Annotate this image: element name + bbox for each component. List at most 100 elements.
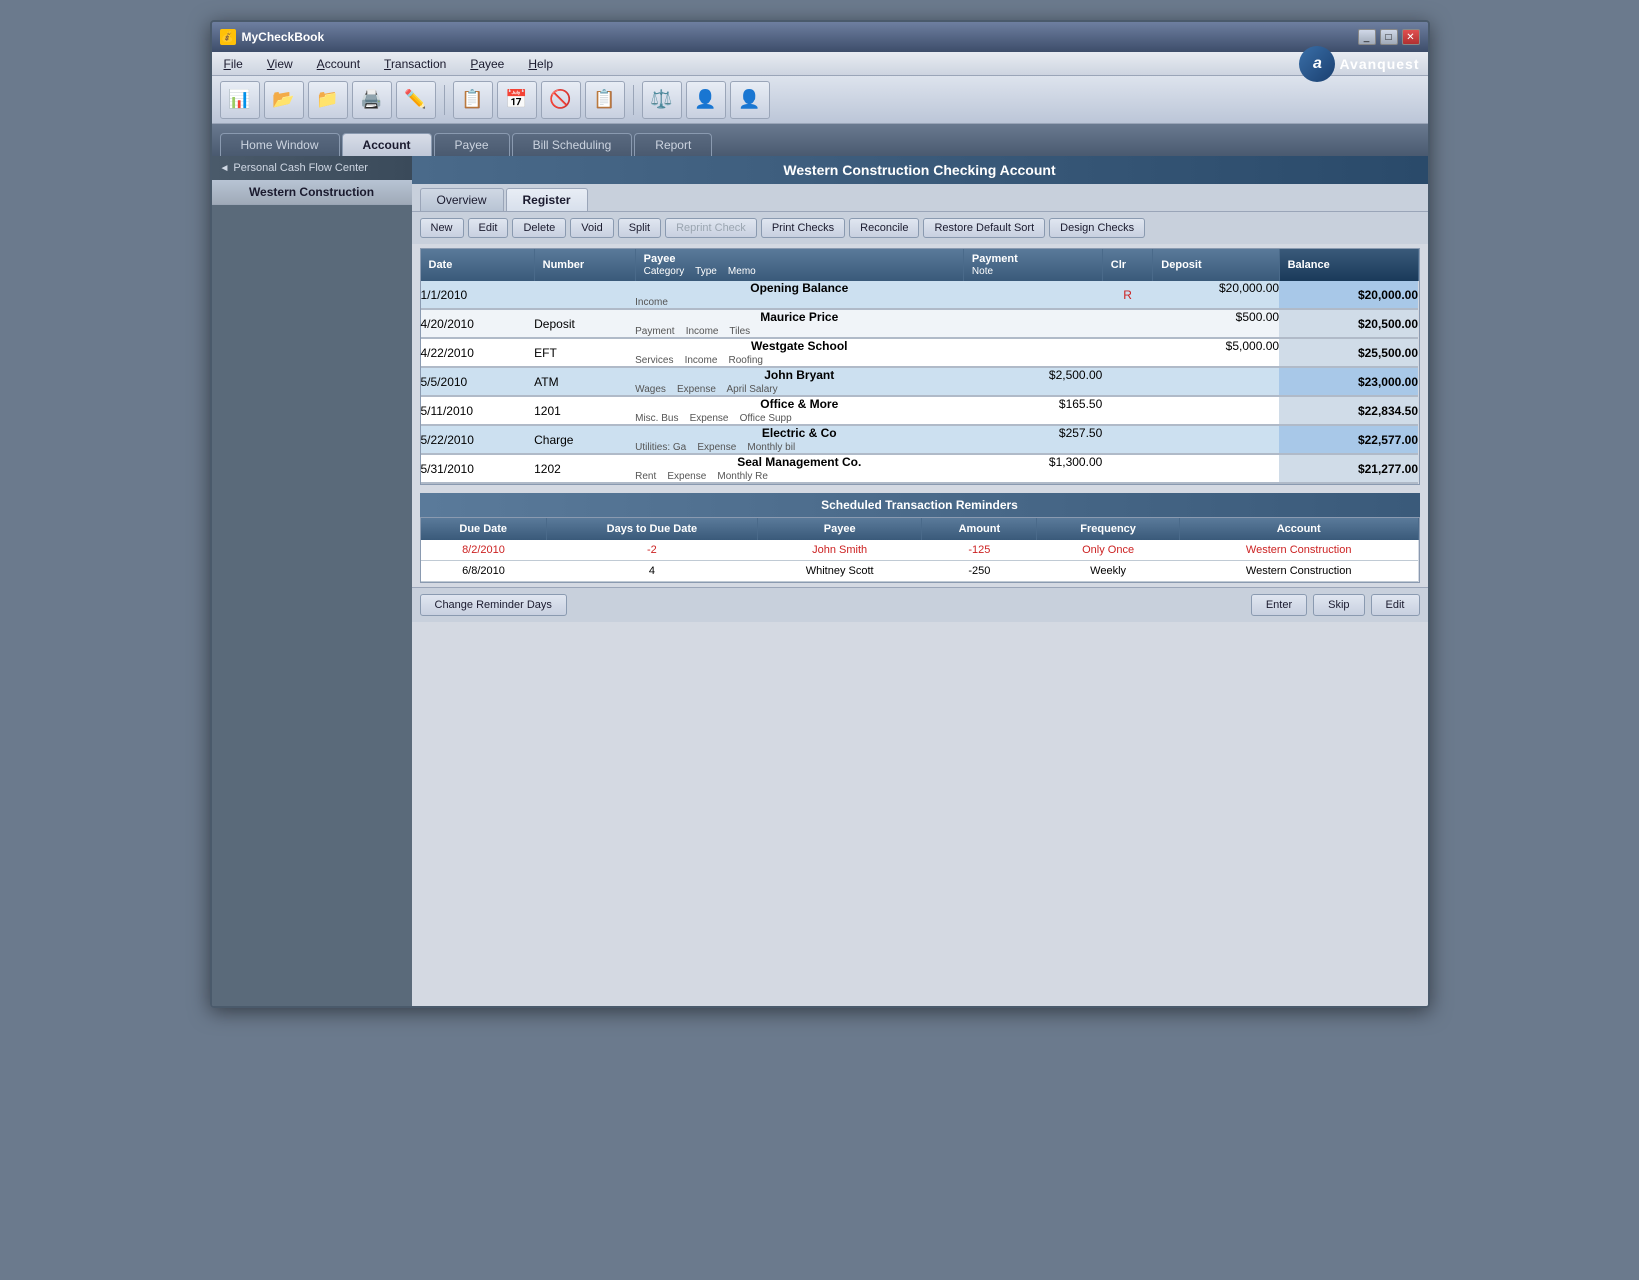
- btn-reconcile[interactable]: Reconcile: [849, 218, 919, 238]
- btn-change-reminder-days[interactable]: Change Reminder Days: [420, 594, 567, 616]
- btn-print-checks[interactable]: Print Checks: [761, 218, 845, 238]
- btn-bottom-edit[interactable]: Edit: [1371, 594, 1420, 616]
- tx-balance: $25,500.00: [1279, 338, 1418, 367]
- list-item[interactable]: 6/8/2010 4 Whitney Scott -250 Weekly Wes…: [421, 561, 1419, 582]
- tx-payment: [963, 338, 1102, 355]
- col-clr: Clr: [1102, 249, 1153, 281]
- tx-sub-info: Misc. Bus Expense Office Supp: [635, 413, 963, 425]
- nav-tabs: Home Window Account Payee Bill Schedulin…: [212, 124, 1428, 156]
- toolbar-balance-btn[interactable]: ⚖️: [642, 81, 682, 119]
- rem-frequency: Only Once: [1037, 540, 1180, 561]
- list-item[interactable]: 8/2/2010 -2 John Smith -125 Only Once We…: [421, 540, 1419, 561]
- btn-edit[interactable]: Edit: [468, 218, 509, 238]
- menu-payee[interactable]: Payee: [466, 55, 508, 73]
- toolbar-new-btn[interactable]: 📊: [220, 81, 260, 119]
- col-number: Number: [534, 249, 635, 281]
- rem-col-account: Account: [1179, 518, 1418, 540]
- btn-design-checks[interactable]: Design Checks: [1049, 218, 1145, 238]
- toolbar-user-btn[interactable]: 👤: [686, 81, 726, 119]
- btn-reprint-check[interactable]: Reprint Check: [665, 218, 757, 238]
- tx-date: 5/11/2010: [421, 396, 535, 425]
- table-row[interactable]: 5/22/2010 Charge Electric & Co $257.50 $…: [421, 425, 1419, 442]
- close-button[interactable]: ✕: [1402, 29, 1420, 45]
- reg-tab-overview[interactable]: Overview: [420, 188, 504, 211]
- tx-deposit: $20,000.00: [1153, 281, 1279, 297]
- title-bar: 💰 MyCheckBook _ □ ✕: [212, 22, 1428, 52]
- maximize-button[interactable]: □: [1380, 29, 1398, 45]
- menu-file[interactable]: File: [220, 55, 247, 73]
- reminders-title: Scheduled Transaction Reminders: [420, 493, 1420, 517]
- toolbar-divider-2: [633, 85, 634, 115]
- tx-sub-info: Income: [635, 297, 963, 309]
- btn-skip[interactable]: Skip: [1313, 594, 1364, 616]
- table-row[interactable]: 5/11/2010 1201 Office & More $165.50 $22…: [421, 396, 1419, 413]
- rem-payee: Whitney Scott: [757, 561, 922, 582]
- tx-payment: $257.50: [963, 425, 1102, 442]
- sidebar-item-western-construction[interactable]: Western Construction: [212, 180, 412, 205]
- menu-view[interactable]: View: [263, 55, 297, 73]
- table-row[interactable]: 5/5/2010 ATM John Bryant $2,500.00 $23,0…: [421, 367, 1419, 384]
- tx-clr: [1102, 367, 1153, 396]
- sidebar-header[interactable]: ◄ Personal Cash Flow Center: [212, 156, 412, 180]
- tx-clr: [1102, 425, 1153, 454]
- brand-logo: a: [1299, 46, 1335, 82]
- tx-payee: Seal Management Co.: [635, 454, 963, 471]
- menu-help[interactable]: Help: [524, 55, 557, 73]
- table-row[interactable]: 5/31/2010 1202 Seal Management Co. $1,30…: [421, 454, 1419, 471]
- toolbar: 📊 📂 📁 🖨️ ✏️ 📋 📅 🚫 📋 ⚖️ 👤 👤: [212, 76, 1428, 124]
- tx-payment: $2,500.00: [963, 367, 1102, 384]
- sidebar: ◄ Personal Cash Flow Center Western Cons…: [212, 156, 412, 1006]
- tx-note: [963, 471, 1102, 483]
- tab-bill-scheduling[interactable]: Bill Scheduling: [512, 133, 633, 156]
- toolbar-divider-1: [444, 85, 445, 115]
- tab-home-window[interactable]: Home Window: [220, 133, 340, 156]
- tx-number: 1202: [534, 454, 635, 483]
- tab-payee[interactable]: Payee: [434, 133, 510, 156]
- btn-new[interactable]: New: [420, 218, 464, 238]
- reg-tab-register[interactable]: Register: [506, 188, 588, 211]
- tx-number: Charge: [534, 425, 635, 454]
- table-row[interactable]: 4/22/2010 EFT Westgate School $5,000.00 …: [421, 338, 1419, 355]
- minimize-button[interactable]: _: [1358, 29, 1376, 45]
- toolbar-copy-btn[interactable]: 📋: [585, 81, 625, 119]
- tx-clr: R: [1102, 281, 1153, 309]
- table-row[interactable]: 1/1/2010 Opening Balance R $20,000.00 $2…: [421, 281, 1419, 297]
- btn-enter[interactable]: Enter: [1251, 594, 1307, 616]
- tx-payee: Electric & Co: [635, 425, 963, 442]
- tx-date: 5/22/2010: [421, 425, 535, 454]
- btn-restore-default-sort[interactable]: Restore Default Sort: [923, 218, 1045, 238]
- menu-account[interactable]: Account: [313, 55, 364, 73]
- tx-deposit: [1153, 367, 1279, 384]
- tx-sub-info: Wages Expense April Salary: [635, 384, 963, 396]
- col-balance: Balance: [1279, 249, 1418, 281]
- toolbar-save-btn[interactable]: 📁: [308, 81, 348, 119]
- btn-split[interactable]: Split: [618, 218, 661, 238]
- tab-account[interactable]: Account: [342, 133, 432, 156]
- toolbar-edit-btn[interactable]: ✏️: [396, 81, 436, 119]
- toolbar-schedule-btn[interactable]: 📋: [453, 81, 493, 119]
- toolbar-open-btn[interactable]: 📂: [264, 81, 304, 119]
- toolbar-void-btn[interactable]: 🚫: [541, 81, 581, 119]
- tx-balance: $21,277.00: [1279, 454, 1418, 483]
- tab-report[interactable]: Report: [634, 133, 712, 156]
- rem-due-date: 6/8/2010: [421, 561, 547, 582]
- tx-number: [534, 281, 635, 309]
- rem-col-frequency: Frequency: [1037, 518, 1180, 540]
- tx-sub-info: Rent Expense Monthly Re: [635, 471, 963, 483]
- toolbar-payee-btn[interactable]: 👤: [730, 81, 770, 119]
- rem-days: 4: [546, 561, 757, 582]
- toolbar-calendar-btn[interactable]: 📅: [497, 81, 537, 119]
- menu-transaction[interactable]: Transaction: [380, 55, 450, 73]
- reminders-section: Scheduled Transaction Reminders Due Date…: [420, 493, 1420, 583]
- table-row[interactable]: 4/20/2010 Deposit Maurice Price $500.00 …: [421, 309, 1419, 326]
- tx-clr: [1102, 454, 1153, 483]
- tx-number: 1201: [534, 396, 635, 425]
- tx-note: [963, 355, 1102, 367]
- tx-balance: $22,834.50: [1279, 396, 1418, 425]
- rem-days: -2: [546, 540, 757, 561]
- toolbar-print-btn[interactable]: 🖨️: [352, 81, 392, 119]
- btn-void[interactable]: Void: [570, 218, 613, 238]
- tx-balance: $20,500.00: [1279, 309, 1418, 338]
- btn-delete[interactable]: Delete: [512, 218, 566, 238]
- title-controls[interactable]: _ □ ✕: [1358, 29, 1420, 45]
